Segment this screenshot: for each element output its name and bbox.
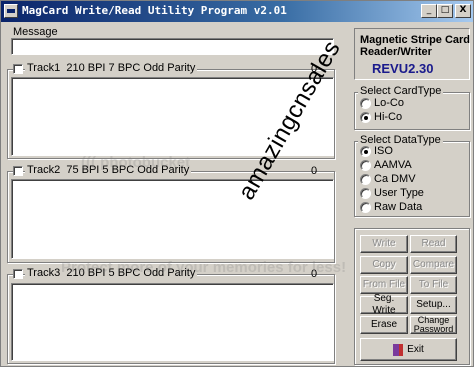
datatype-option-cadmv[interactable]: Ca DMV	[360, 173, 416, 186]
datatype-label-usertype: User Type	[374, 187, 424, 200]
read-button[interactable]: Read	[410, 235, 457, 253]
exit-door-icon	[393, 343, 404, 356]
track3-label: Track3	[27, 267, 61, 279]
datatype-label-iso: ISO	[374, 145, 393, 158]
track3-data[interactable]	[11, 283, 334, 361]
maximize-button[interactable]: □	[437, 4, 453, 18]
brand-line1: Magnetic Stripe Card	[360, 34, 471, 46]
cardtype-label-loco: Lo-Co	[374, 97, 404, 110]
exit-label: Exit	[407, 343, 424, 355]
radio-icon	[360, 173, 371, 185]
cardtype-label-hico: Hi-Co	[374, 111, 403, 124]
exit-button[interactable]: Exit	[360, 338, 457, 361]
datatype-label-cadmv: Ca DMV	[374, 173, 416, 186]
cardtype-option-loco[interactable]: Lo-Co	[360, 97, 404, 110]
track3-title: Track3 210 BPI 5 BPC Odd Parity	[25, 267, 198, 279]
track1-title: Track1 210 BPI 7 BPC Odd Parity	[25, 62, 198, 74]
window-title: MagCard Write/Read Utility Program v2.01	[22, 4, 287, 17]
track1-checkbox[interactable]	[13, 64, 23, 74]
brand-line2: Reader/Writer	[360, 46, 432, 58]
change-password-button[interactable]: Change Password	[410, 316, 457, 334]
app-icon[interactable]	[4, 4, 18, 18]
track2-title: Track2 75 BPI 5 BPC Odd Parity	[25, 164, 192, 176]
close-button[interactable]: X	[455, 4, 471, 18]
track1-label: Track1	[27, 62, 61, 74]
message-label: Message	[13, 26, 58, 38]
to-file-button[interactable]: To File	[410, 276, 457, 294]
datatype-label-rawdata: Raw Data	[374, 201, 423, 214]
brand-model: REVU2.30	[372, 61, 434, 76]
track3-format: 210 BPI 5 BPC Odd Parity	[66, 267, 196, 279]
seg-write-button[interactable]: Seg. Write	[360, 293, 408, 316]
track3-count: 0	[311, 268, 318, 280]
track2-format: 75 BPI 5 BPC Odd Parity	[66, 164, 190, 176]
radio-icon	[360, 97, 371, 109]
erase-button[interactable]: Erase	[360, 316, 408, 334]
track1-format: 210 BPI 7 BPC Odd Parity	[66, 62, 196, 74]
radio-icon	[360, 159, 371, 171]
track2-count: 0	[311, 165, 318, 177]
copy-button[interactable]: Copy	[360, 256, 408, 274]
track2-checkbox[interactable]	[13, 166, 23, 176]
setup-button[interactable]: Setup...	[410, 296, 457, 314]
track2-label: Track2	[27, 164, 61, 176]
datatype-option-aamva[interactable]: AAMVA	[360, 159, 412, 172]
track2-data[interactable]	[11, 179, 334, 259]
cardtype-title: Select CardType	[358, 85, 444, 97]
radio-selected-icon	[360, 145, 371, 157]
datatype-option-usertype[interactable]: User Type	[360, 187, 424, 200]
track3-checkbox[interactable]	[13, 269, 23, 279]
datatype-option-iso[interactable]: ISO	[360, 145, 393, 158]
radio-icon	[360, 187, 371, 199]
write-button[interactable]: Write	[360, 235, 408, 253]
datatype-option-rawdata[interactable]: Raw Data	[360, 201, 422, 214]
change-password-line2: Password	[413, 324, 454, 334]
app-window: MagCard Write/Read Utility Program v2.01…	[0, 0, 474, 367]
compare-button[interactable]: Compare	[410, 256, 457, 274]
radio-selected-icon	[360, 111, 371, 123]
minimize-button[interactable]: _	[421, 4, 437, 18]
from-file-button[interactable]: From File	[360, 276, 408, 294]
radio-icon	[360, 201, 371, 213]
datatype-label-aamva: AAMVA	[374, 159, 412, 172]
message-field[interactable]	[11, 38, 334, 55]
title-bar[interactable]: MagCard Write/Read Utility Program v2.01…	[1, 1, 473, 22]
cardtype-option-hico[interactable]: Hi-Co	[360, 111, 402, 124]
